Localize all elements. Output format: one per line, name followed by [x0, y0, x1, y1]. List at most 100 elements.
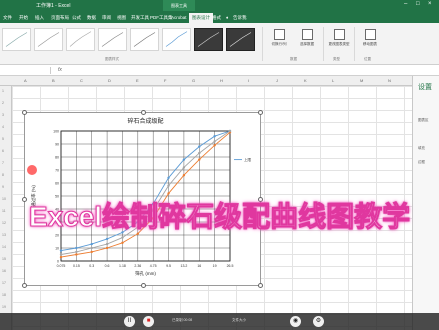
resize-handle-bottom-right[interactable]: [258, 283, 263, 288]
resize-handle-bottom-left[interactable]: [22, 283, 27, 288]
x-tick-label: 19: [213, 264, 217, 268]
tab-formulas[interactable]: 公式: [72, 13, 81, 23]
y-tick-label: 100: [53, 130, 59, 134]
row-header-18[interactable]: 18: [2, 293, 6, 297]
maximize-icon[interactable]: □: [416, 1, 420, 7]
chart-style-1[interactable]: [2, 28, 31, 51]
data-point: [105, 242, 109, 246]
row-header-9[interactable]: 9: [2, 185, 4, 189]
column-header-f[interactable]: F: [164, 78, 166, 83]
column-header-j[interactable]: J: [276, 78, 278, 83]
row-header-6[interactable]: 6: [2, 149, 4, 153]
chart-style-4[interactable]: [98, 28, 127, 51]
tab-pdf-tools[interactable]: PDF工具集: [150, 13, 173, 23]
chart-style-2[interactable]: [34, 28, 63, 51]
x-tick-label: 1.18: [119, 264, 126, 268]
data-point: [198, 158, 201, 161]
ribbon-separator: [262, 27, 263, 61]
tab-file[interactable]: 文件: [3, 13, 12, 23]
close-icon[interactable]: ×: [428, 1, 432, 7]
minimize-icon[interactable]: –: [404, 1, 407, 7]
resize-handle-top[interactable]: [141, 110, 146, 115]
data-point: [228, 129, 232, 133]
tab-format[interactable]: 格式: [212, 13, 221, 23]
group-data-label: 数据: [290, 57, 297, 61]
tab-acrobat[interactable]: Acrobat: [171, 13, 187, 23]
pane-chart-area-option[interactable]: 图表区: [418, 118, 429, 123]
column-header-g[interactable]: G: [192, 78, 195, 83]
row-header-8[interactable]: 8: [2, 173, 4, 177]
name-box[interactable]: [3, 67, 51, 74]
data-point: [182, 174, 186, 177]
camera-icon[interactable]: ◉: [290, 316, 301, 327]
tab-insert[interactable]: 插入: [35, 13, 44, 23]
column-header-c[interactable]: C: [80, 78, 83, 83]
data-point: [198, 151, 201, 155]
file-size-label: 文件大小: [232, 318, 246, 322]
pane-border-option[interactable]: 边框: [418, 160, 425, 165]
column-header-e[interactable]: E: [136, 78, 139, 83]
row-header-17[interactable]: 17: [2, 281, 6, 285]
chart-style-7[interactable]: [194, 28, 223, 51]
tab-home[interactable]: 开始: [19, 13, 28, 23]
row-header-16[interactable]: 16: [2, 269, 6, 273]
column-header-i[interactable]: I: [248, 78, 249, 83]
fx-icon[interactable]: fx: [58, 67, 62, 73]
column-header-n[interactable]: N: [388, 78, 391, 83]
column-header-a[interactable]: A: [24, 78, 27, 83]
switch-row-column-button[interactable]: 切换行/列: [266, 29, 292, 55]
row-header-15[interactable]: 15: [2, 257, 6, 261]
select-data-button[interactable]: 选择数据: [294, 29, 320, 55]
chart-style-5[interactable]: [130, 28, 159, 51]
tell-me-search[interactable]: 告诉我: [233, 13, 247, 23]
group-type-label: 类型: [333, 57, 340, 61]
data-point: [182, 166, 186, 169]
column-header-d[interactable]: D: [108, 78, 111, 83]
settings-icon[interactable]: ⚙: [313, 316, 324, 327]
row-header-1[interactable]: 1: [2, 89, 4, 93]
change-chart-type-button[interactable]: 更改图表类型: [326, 29, 352, 55]
tab-page-layout[interactable]: 页面布局: [51, 13, 69, 23]
stop-button[interactable]: ■: [143, 316, 154, 327]
data-point: [105, 237, 109, 241]
chart-style-6[interactable]: [162, 28, 191, 51]
window-title: 工作簿1 - Excel: [36, 3, 71, 9]
ribbon-tabs: 文件 开始 插入 页面布局 公式 数据 审阅 视图 开发工具 PDF工具集 Ac…: [0, 11, 439, 23]
data-point: [59, 249, 63, 252]
row-header-5[interactable]: 5: [2, 137, 4, 141]
data-point: [198, 145, 201, 148]
column-header-k[interactable]: K: [304, 78, 307, 83]
group-chart-styles-label: 图表样式: [105, 57, 119, 61]
data-point: [121, 241, 124, 244]
row-header-2[interactable]: 2: [2, 101, 4, 105]
chart-style-3[interactable]: [66, 28, 95, 51]
pane-fill-option[interactable]: 填充: [418, 146, 425, 151]
column-header-b[interactable]: B: [52, 78, 55, 83]
data-point: [167, 184, 170, 187]
row-header-3[interactable]: 3: [2, 113, 4, 117]
tab-developer[interactable]: 开发工具: [131, 13, 149, 23]
tab-view[interactable]: 视图: [117, 13, 126, 23]
pause-button[interactable]: II: [124, 316, 135, 327]
chart-style-8[interactable]: [226, 28, 255, 51]
row-header-4[interactable]: 4: [2, 125, 4, 129]
row-header-19[interactable]: 19: [2, 305, 6, 309]
data-point: [59, 253, 63, 256]
data-point: [167, 176, 170, 179]
resize-handle-bottom[interactable]: [141, 283, 146, 288]
y-tick-label: 90: [55, 143, 59, 147]
tab-chart-design[interactable]: 图表设计: [189, 13, 213, 23]
resize-handle-top-right[interactable]: [258, 110, 263, 115]
move-chart-button[interactable]: 移动图表: [357, 29, 383, 55]
tab-data[interactable]: 数据: [87, 13, 96, 23]
column-header-l[interactable]: L: [332, 78, 334, 83]
row-header-7[interactable]: 7: [2, 161, 4, 165]
column-header-h[interactable]: H: [220, 78, 223, 83]
y-tick-label: 0: [57, 260, 59, 264]
column-header-m[interactable]: M: [360, 78, 363, 83]
row-header-14[interactable]: 14: [2, 245, 6, 249]
resize-handle-top-left[interactable]: [22, 110, 27, 115]
tab-review[interactable]: 审阅: [102, 13, 111, 23]
data-point: [213, 144, 216, 147]
x-tick-label: 13.2: [181, 264, 188, 268]
